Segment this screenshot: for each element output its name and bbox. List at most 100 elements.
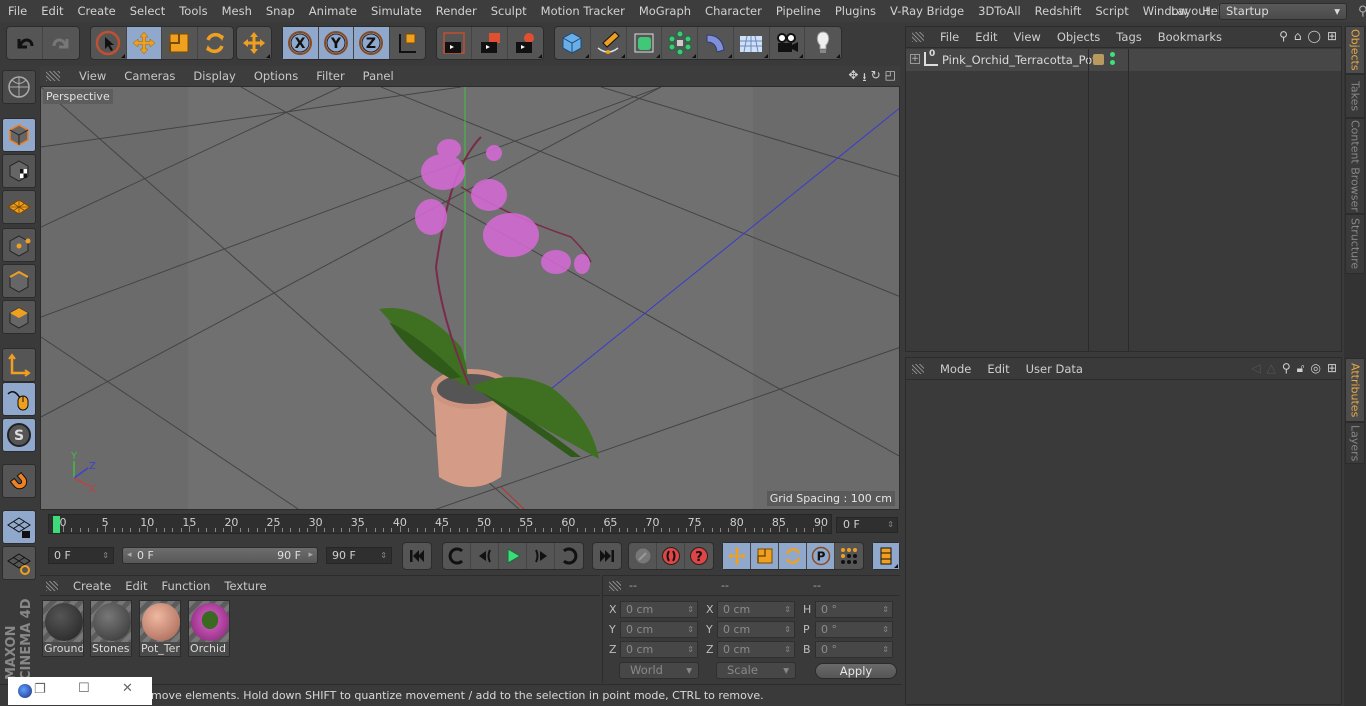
objects-menu-objects[interactable]: Objects <box>1049 30 1108 44</box>
object-name[interactable]: Pink_Orchid_Terracotta_Pot <box>942 53 1097 67</box>
layout-dropdown[interactable]: Startup ▾ <box>1218 2 1347 20</box>
move-icon[interactable] <box>237 27 271 59</box>
light-icon[interactable] <box>805 27 841 59</box>
camera-label[interactable]: Perspective <box>43 89 113 104</box>
spinner-icon[interactable]: ⇕ <box>882 642 889 657</box>
undo-icon[interactable] <box>7 27 43 59</box>
spinner-icon[interactable]: ⇕ <box>102 548 109 563</box>
tab-takes[interactable]: Takes <box>1345 74 1365 118</box>
viewport-menu-view[interactable]: View <box>70 69 115 83</box>
play-forwards-icon[interactable] <box>499 543 527 569</box>
menu-plugins[interactable]: Plugins <box>828 4 883 18</box>
timeline-ruler[interactable]: 0 5 10 15 20 25 30 35 40 45 50 55 60 65 70 75 80 85 90 <box>48 514 832 534</box>
spinner-icon[interactable]: ⇕ <box>687 642 694 657</box>
menu-character[interactable]: Character <box>698 4 769 18</box>
scale-icon[interactable] <box>162 27 198 59</box>
autokey-icon[interactable] <box>629 543 657 569</box>
menu-vray-bridge[interactable]: V-Ray Bridge <box>883 4 971 18</box>
solo-icon[interactable]: S <box>2 418 36 452</box>
object-row[interactable]: + 0 Pink_Orchid_Terracotta_Pot <box>906 49 1341 71</box>
position-z-field[interactable]: 0 cm ⇕ <box>620 641 698 658</box>
move-icon[interactable] <box>126 27 162 59</box>
menu-file[interactable]: File <box>0 4 34 18</box>
menu-snap[interactable]: Snap <box>259 4 302 18</box>
key-pla-icon[interactable] <box>835 543 863 569</box>
end-frame-field[interactable]: 90 F ⇕ <box>326 547 392 564</box>
menu-tools[interactable]: Tools <box>172 4 214 18</box>
render-settings-icon[interactable] <box>508 27 543 59</box>
go-to-end-icon[interactable] <box>593 543 621 569</box>
material-pot-terr[interactable]: Pot_Terr <box>139 600 181 657</box>
up-icon[interactable]: △ <box>1267 361 1276 376</box>
view-icon[interactable]: ◯ <box>1308 29 1321 43</box>
material-menu-create[interactable]: Create <box>66 579 118 593</box>
render-picture-viewer-icon[interactable] <box>472 27 508 59</box>
menu-animate[interactable]: Animate <box>302 4 364 18</box>
floor-icon[interactable] <box>734 27 770 59</box>
material-menu-edit[interactable]: Edit <box>118 579 154 593</box>
expand-icon[interactable]: + <box>910 54 920 64</box>
z-axis-icon[interactable]: Z <box>354 27 390 59</box>
cube-icon[interactable] <box>555 27 591 59</box>
axis-mode-icon[interactable] <box>2 348 36 382</box>
objects-menu-view[interactable]: View <box>1006 30 1049 44</box>
previous-key-icon[interactable] <box>443 543 471 569</box>
spinner-icon[interactable]: ⇕ <box>380 548 387 563</box>
viewport-menu-panel[interactable]: Panel <box>354 69 403 83</box>
redo-icon[interactable] <box>43 27 79 59</box>
rotation-p-field[interactable]: 0 ° ⇕ <box>815 621 893 638</box>
panel-grip-icon[interactable] <box>46 71 60 81</box>
objects-menu-edit[interactable]: Edit <box>967 30 1005 44</box>
edges-mode-icon[interactable] <box>2 264 36 298</box>
keyframe-help-icon[interactable]: ? <box>685 543 713 569</box>
restore-icon[interactable]: ❐ <box>34 682 46 697</box>
texture-mode-icon[interactable] <box>2 154 36 188</box>
menu-redshift[interactable]: Redshift <box>1028 4 1089 18</box>
tab-content-browser[interactable]: Content Browser <box>1345 118 1365 214</box>
key-scale-icon[interactable] <box>751 543 779 569</box>
visibility-dots[interactable] <box>1110 52 1115 68</box>
new-panel-icon[interactable]: ⊞ <box>1327 361 1337 376</box>
x-axis-icon[interactable]: X <box>283 27 319 59</box>
timeline-icon[interactable] <box>873 543 899 569</box>
menu-create[interactable]: Create <box>71 4 123 18</box>
coordinate-space-dropdown[interactable]: World <box>619 662 699 679</box>
workplane-lock-icon[interactable] <box>2 510 36 544</box>
attributes-menu-user-data[interactable]: User Data <box>1018 362 1091 376</box>
panel-grip-icon[interactable] <box>609 580 621 591</box>
search-icon[interactable]: ⚲ <box>1282 361 1291 376</box>
size-mode-dropdown[interactable]: Scale <box>716 662 796 679</box>
attributes-menu-mode[interactable]: Mode <box>932 362 979 376</box>
panel-grip-icon[interactable] <box>46 580 58 591</box>
size-z-field[interactable]: 0 cm ⇕ <box>717 641 795 658</box>
tab-structure[interactable]: Structure <box>1345 214 1365 274</box>
close-icon[interactable]: ✕ <box>122 681 133 696</box>
polygons-mode-icon[interactable] <box>2 300 36 334</box>
spinner-icon[interactable]: ⇕ <box>687 602 694 617</box>
go-to-start-icon[interactable] <box>403 543 431 569</box>
range-right-arrow-icon[interactable]: ▸ <box>308 548 313 563</box>
material-menu-texture[interactable]: Texture <box>217 579 273 593</box>
home-icon[interactable]: ⌂ <box>1294 29 1302 43</box>
points-mode-icon[interactable] <box>2 228 36 262</box>
attributes-menu-edit[interactable]: Edit <box>979 362 1017 376</box>
objects-menu-file[interactable]: File <box>932 30 967 44</box>
current-frame-field[interactable]: 0 F ⇕ <box>836 517 898 533</box>
previous-frame-icon[interactable] <box>471 543 499 569</box>
3d-viewport[interactable]: Y Z X Perspective Grid Spacing : 100 cm <box>40 86 900 510</box>
rotate-icon[interactable] <box>198 27 233 59</box>
lock-icon[interactable]: 🔓︎ <box>1297 361 1305 376</box>
position-y-field[interactable]: 0 cm ⇕ <box>620 621 698 638</box>
layer-color-tag[interactable] <box>1093 54 1104 65</box>
search-icon[interactable]: ⚲ <box>1358 4 1366 19</box>
pen-spline-icon[interactable] <box>591 27 627 59</box>
key-rotation-icon[interactable] <box>779 543 807 569</box>
menu-render[interactable]: Render <box>429 4 484 18</box>
live-selection-icon[interactable] <box>91 27 127 59</box>
position-x-field[interactable]: 0 cm ⇕ <box>620 601 698 618</box>
spinner-icon[interactable]: ⇕ <box>784 622 791 637</box>
search-icon[interactable]: ⚲ <box>1279 29 1288 43</box>
camera-icon[interactable] <box>770 27 806 59</box>
size-x-field[interactable]: 0 cm ⇕ <box>717 601 795 618</box>
viewport-menu-cameras[interactable]: Cameras <box>115 69 184 83</box>
